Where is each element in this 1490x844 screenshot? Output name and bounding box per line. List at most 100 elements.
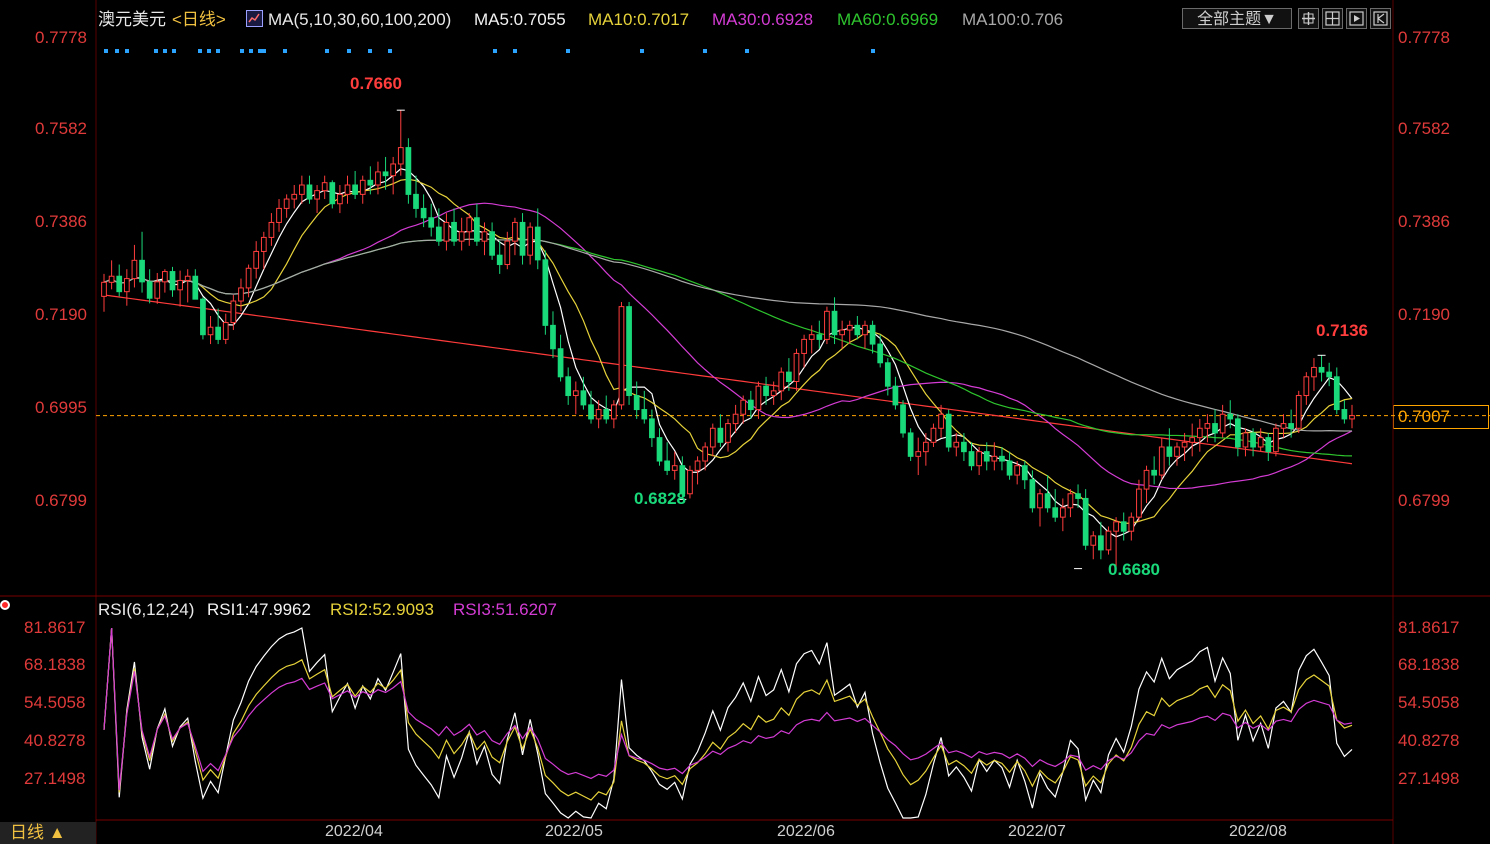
- candle-down: [169, 271, 176, 291]
- candle-down: [1212, 423, 1218, 434]
- candle-down: [1288, 423, 1294, 429]
- candle-up: [1189, 437, 1196, 443]
- rsi1-value: RSI1:47.9962: [207, 600, 311, 619]
- signal-dot: [198, 49, 202, 53]
- period-switch-button[interactable]: 日线 ▲: [0, 822, 96, 844]
- candle-down: [200, 298, 206, 336]
- signal-dot: [125, 49, 129, 53]
- candle-down: [649, 418, 655, 439]
- candle-up: [1349, 415, 1355, 420]
- candle-up: [572, 390, 579, 397]
- candle-up: [238, 287, 244, 302]
- rsi2-value: RSI2:52.9093: [330, 600, 434, 619]
- signal-dot: [115, 49, 119, 53]
- candle-up: [390, 163, 397, 177]
- candle-down: [884, 362, 891, 387]
- candle-down: [489, 231, 495, 256]
- signal-dot: [388, 49, 392, 53]
- candle-up: [1105, 530, 1112, 551]
- candle-down: [968, 451, 975, 467]
- candle-up: [1158, 446, 1165, 476]
- candle-up: [953, 441, 960, 448]
- signal-dot: [104, 49, 108, 53]
- candle-up: [298, 184, 305, 195]
- signal-dot: [216, 49, 220, 53]
- candle-up: [1014, 465, 1021, 476]
- rsi-tick-right: 68.1838: [1398, 655, 1460, 674]
- candle-up: [922, 441, 929, 453]
- candle-down: [1098, 535, 1104, 551]
- rsi-tick-left: 54.5058: [24, 693, 86, 712]
- candle-up: [1059, 507, 1066, 518]
- candle-down: [1044, 493, 1051, 509]
- candle-up: [778, 371, 785, 392]
- candle-up: [702, 446, 709, 462]
- rsi2-line: [103, 627, 1353, 801]
- candle-down: [1166, 446, 1173, 457]
- candle-up: [177, 279, 183, 291]
- candle-down: [945, 413, 952, 448]
- candle-down: [1029, 479, 1036, 509]
- candle-down: [1227, 413, 1234, 420]
- candle-up: [466, 217, 473, 233]
- date-tick: 2022/04: [325, 823, 383, 840]
- candlestick-chart[interactable]: [0, 0, 1490, 844]
- candle-up: [618, 306, 625, 406]
- candle-up: [230, 300, 237, 324]
- ma100-line: [103, 238, 1353, 432]
- candle-up: [1204, 423, 1211, 429]
- signal-dot: [493, 49, 497, 53]
- candle-up: [610, 404, 617, 420]
- candle-up: [732, 413, 739, 425]
- candle-up: [1273, 427, 1279, 453]
- candle-down: [1075, 493, 1081, 499]
- candle-up: [1128, 516, 1135, 532]
- candle-down: [428, 217, 435, 228]
- candle-up: [808, 334, 815, 340]
- candle-up: [770, 390, 777, 397]
- candle-down: [474, 217, 480, 242]
- candle-up: [162, 271, 168, 283]
- signal-dot: [325, 49, 329, 53]
- candle-down: [306, 184, 313, 200]
- candle-down: [519, 221, 526, 256]
- record-icon[interactable]: [0, 600, 10, 610]
- candle-up: [801, 338, 807, 354]
- candle-down: [664, 460, 670, 471]
- candle-down: [854, 324, 861, 336]
- candle-down: [565, 376, 572, 397]
- candle-up: [207, 326, 214, 336]
- candle-down: [961, 441, 967, 453]
- candle-down: [352, 184, 358, 195]
- candle-down: [420, 207, 427, 219]
- signal-dot: [207, 49, 211, 53]
- signal-dot: [172, 49, 176, 53]
- candle-down: [892, 385, 899, 406]
- candle-up: [443, 221, 450, 242]
- candle-up: [740, 399, 747, 415]
- signal-dot: [347, 49, 351, 53]
- candle-up: [481, 231, 488, 242]
- candle-up: [1257, 437, 1264, 448]
- candle-up: [862, 324, 868, 336]
- candle-up: [512, 221, 518, 242]
- candle-up: [359, 179, 366, 195]
- candle-down: [382, 171, 389, 177]
- candle-down: [192, 275, 199, 300]
- candle-down: [588, 404, 594, 420]
- ma5-line: [103, 168, 1353, 538]
- candle-down: [542, 259, 549, 326]
- candle-up: [1311, 366, 1317, 378]
- candle-down: [550, 324, 556, 350]
- chart-window: 澳元美元 <日线> MA(5,10,30,60,100,200) MA5:0.7…: [0, 0, 1490, 844]
- candle-down: [1250, 432, 1256, 448]
- candle-up: [1136, 488, 1142, 518]
- candle-up: [930, 427, 937, 443]
- rsi-tick-left: 27.1498: [24, 769, 86, 788]
- candle-up: [839, 329, 846, 336]
- rsi-tick-right: 27.1498: [1398, 769, 1460, 788]
- rsi1-line: [103, 627, 1353, 819]
- rsi-tick-right: 40.8278: [1398, 731, 1460, 750]
- candle-up: [291, 193, 298, 200]
- candle-down: [1341, 409, 1348, 420]
